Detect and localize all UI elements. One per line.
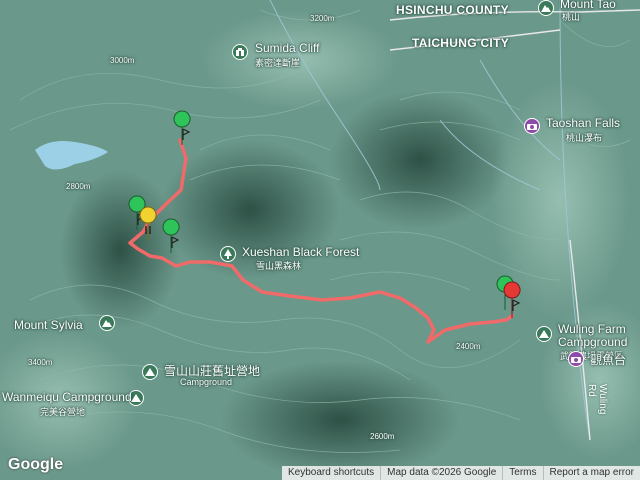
scenic-pin[interactable] bbox=[568, 351, 584, 367]
contour-label: 3200m bbox=[310, 14, 335, 23]
taichung-city-label: TAICHUNG CITY bbox=[412, 36, 510, 50]
contour-label: 2800m bbox=[66, 182, 91, 191]
fish-platform-label[interactable]: 觀魚台 bbox=[590, 351, 626, 368]
sumida-cliff-label[interactable]: Sumida Cliff bbox=[255, 41, 319, 55]
tent-icon bbox=[131, 394, 141, 402]
contour-label: 2600m bbox=[370, 432, 395, 441]
xueshan-black-forest-zh-label: 雪山黑森林 bbox=[256, 261, 302, 271]
mount-sylvia-label[interactable]: Mount Sylvia bbox=[14, 318, 83, 332]
contour-label: 2400m bbox=[456, 342, 481, 351]
attribution-bar: Keyboard shortcuts Map data ©2026 Google… bbox=[281, 466, 640, 480]
mount-tao-zh-label: 桃山 bbox=[562, 12, 581, 22]
wanmeiqu-zh-label: 完美谷營地 bbox=[40, 407, 86, 417]
wuling-road-label: Wuling Rd bbox=[586, 384, 608, 415]
tent-icon bbox=[539, 330, 549, 338]
tree-icon bbox=[224, 249, 232, 259]
sumida-cliff-zh-label: 素密達斷崖 bbox=[255, 58, 301, 68]
google-logo: Google bbox=[8, 456, 64, 473]
wanmeiqu-campground-label[interactable]: Wanmeiqu Campground bbox=[2, 390, 132, 404]
terrain-map[interactable] bbox=[0, 0, 640, 480]
mountain-icon bbox=[102, 320, 112, 327]
map-data-text: Map data ©2026 Google bbox=[380, 466, 502, 480]
mountain-pin-sylvia[interactable] bbox=[99, 315, 115, 331]
taoshan-falls-zh-label: 桃山瀑布 bbox=[566, 133, 603, 143]
wuling-campground-label: Campground bbox=[558, 335, 628, 349]
taoshan-falls-label[interactable]: Taoshan Falls bbox=[546, 116, 620, 130]
mountain-pin[interactable] bbox=[538, 0, 554, 16]
binoculars-icon bbox=[236, 48, 244, 56]
camera-icon bbox=[527, 124, 537, 130]
forest-pin[interactable] bbox=[220, 246, 236, 262]
tent-icon bbox=[145, 368, 155, 376]
viewpoint-pin[interactable] bbox=[232, 44, 248, 60]
falls-pin[interactable] bbox=[524, 118, 540, 134]
wuling-farm-label[interactable]: Wuling Farm bbox=[558, 322, 626, 336]
hsinchu-county-label: HSINCHU COUNTY bbox=[396, 3, 509, 17]
keyboard-shortcuts-link[interactable]: Keyboard shortcuts bbox=[282, 466, 380, 480]
camera-icon bbox=[571, 357, 581, 363]
report-map-error-link[interactable]: Report a map error bbox=[542, 466, 640, 480]
campground-pin[interactable] bbox=[142, 364, 158, 380]
contour-label: 3400m bbox=[28, 358, 53, 367]
old-lodge-en-label: Campground bbox=[180, 377, 233, 387]
contour-label: 3000m bbox=[110, 56, 135, 65]
campground-pin-wuling[interactable] bbox=[536, 326, 552, 342]
terms-link[interactable]: Terms bbox=[502, 466, 542, 480]
xueshan-black-forest-label[interactable]: Xueshan Black Forest bbox=[242, 245, 359, 259]
mountain-icon bbox=[541, 5, 551, 12]
